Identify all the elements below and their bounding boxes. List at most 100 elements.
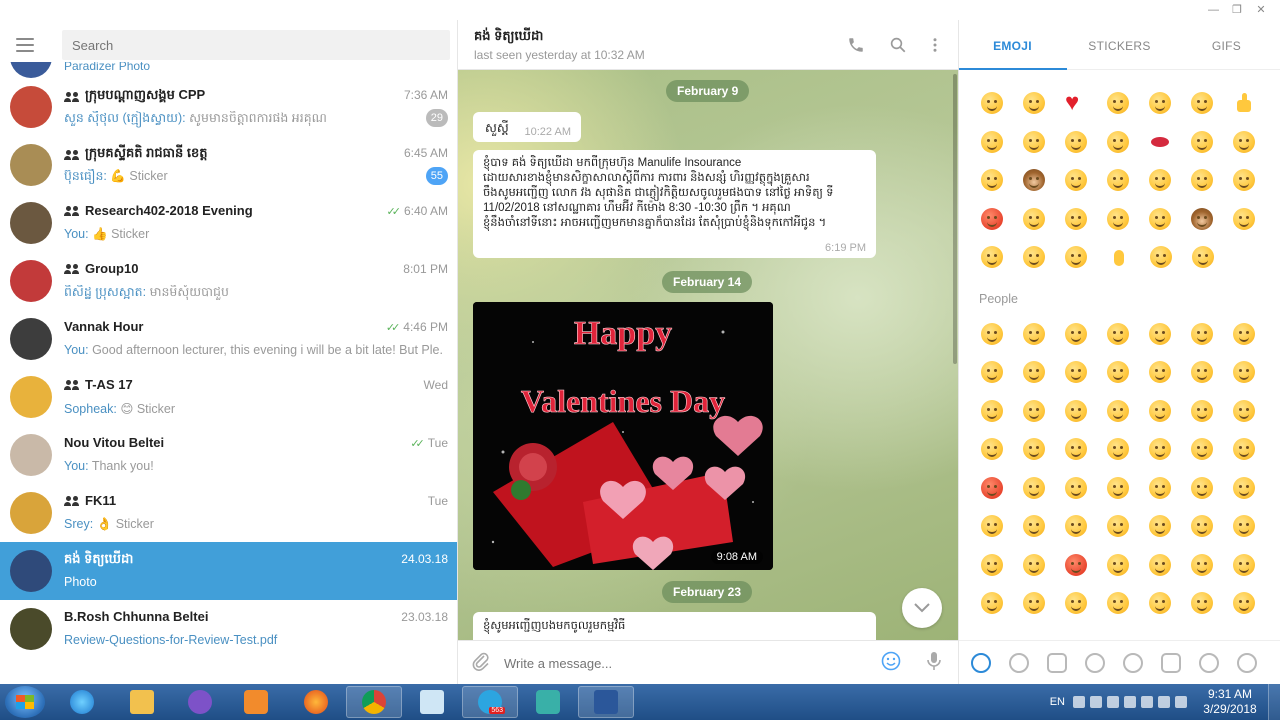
language-indicator[interactable]: EN xyxy=(1050,696,1065,708)
emoji-grinning-icon[interactable] xyxy=(981,322,1023,362)
emoji-unamused-icon[interactable] xyxy=(1023,130,1065,170)
emoji-unamused-icon[interactable] xyxy=(1107,476,1149,516)
chat-item[interactable]: Group10 8:01 PM ពិសិដ្ឋ ប្រុសស្អាត: មានមិស… xyxy=(0,252,457,310)
chat-item[interactable]: ក្រុមបណ្ដាញសង្គម CPP 7:36 AM សួន សុីថុល (ក… xyxy=(0,78,457,136)
emoji-monkey-icon[interactable] xyxy=(1191,207,1233,247)
keyboard-icon[interactable] xyxy=(1073,696,1085,708)
emoji-yum-icon[interactable] xyxy=(1023,246,1065,285)
emoji-grinning-icon[interactable] xyxy=(981,246,1023,285)
peer-name[interactable]: គង់ ទិត្យឃើដា xyxy=(474,28,543,47)
emoji-disappointed-icon[interactable] xyxy=(1065,207,1107,247)
network-icon[interactable] xyxy=(1141,696,1153,708)
emoji-kiss-lips-icon[interactable] xyxy=(1149,131,1191,170)
scrollbar-thumb[interactable] xyxy=(953,74,957,364)
file-explorer-icon[interactable] xyxy=(114,686,170,718)
more-icon[interactable] xyxy=(925,36,945,56)
chat-item[interactable]: គង់ ទិត្យឃើដា 24.03.18 Photo xyxy=(0,542,457,600)
emoji-neutral-icon[interactable] xyxy=(1149,553,1191,593)
emoji-heart-icon[interactable] xyxy=(1065,92,1107,131)
emoji-see-no-evil-icon[interactable] xyxy=(1023,169,1065,208)
heart-icon[interactable] xyxy=(1237,652,1257,673)
message-bubble[interactable]: ខ្ញុំបាទ គង់ ទិត្យឃើដា មកពីក្រុមហ៊ុន Man… xyxy=(473,150,876,258)
chat-item[interactable]: T-AS 17 Wed Sopheak: 😊 Sticker xyxy=(0,368,457,426)
emoji-thumbs-up-icon[interactable] xyxy=(1233,92,1275,131)
telegram-icon[interactable]: 563 xyxy=(462,686,518,718)
emoji-grin-icon[interactable] xyxy=(1107,322,1149,362)
clock[interactable]: 9:31 AM 3/29/2018 xyxy=(1192,687,1268,717)
emoji-hushed-icon[interactable] xyxy=(1233,553,1275,593)
emoji-weary-icon[interactable] xyxy=(1233,515,1275,554)
tab-stickers[interactable]: STICKERS xyxy=(1066,20,1173,69)
emoji-kissing-icon[interactable] xyxy=(1149,207,1191,247)
emoji-grin-icon[interactable] xyxy=(1191,92,1233,131)
viber-icon[interactable] xyxy=(172,686,228,718)
tab-emoji[interactable]: EMOJI xyxy=(959,20,1066,69)
emoji-tongue-closed-icon[interactable] xyxy=(1023,438,1065,477)
emoji-innocent-icon[interactable] xyxy=(1107,361,1149,400)
emoji-hugging-icon[interactable] xyxy=(1149,438,1191,477)
emoji-sweat-smile-icon[interactable] xyxy=(1107,207,1149,247)
chat-item[interactable]: Research402-2018 Evening ✓✓ 6:40 AM You: 👍 … xyxy=(0,194,457,252)
start-button[interactable] xyxy=(5,686,45,718)
car-icon[interactable] xyxy=(1161,652,1181,673)
chat-item[interactable]: Nou Vitou Beltei ✓✓ Tue You: Thank you! xyxy=(0,426,457,484)
emoji-relaxed-icon[interactable] xyxy=(1023,361,1065,400)
emoji-frown-icon[interactable] xyxy=(1191,246,1234,285)
emoji-pensive-icon[interactable] xyxy=(1191,130,1233,170)
smile-icon[interactable] xyxy=(1009,652,1029,673)
cat-icon[interactable] xyxy=(1047,652,1067,673)
emoji-ok-hand-icon[interactable] xyxy=(1108,246,1150,285)
photo-message[interactable]: Happy Valentines Day 9:08 AM xyxy=(473,302,773,570)
emoji-confused-icon[interactable] xyxy=(981,515,1023,554)
emoji-no-mouth-icon[interactable] xyxy=(1107,553,1149,593)
emoji-smile-icon[interactable] xyxy=(1149,92,1191,131)
microphone-icon[interactable] xyxy=(923,651,945,673)
emoji-wink-icon[interactable] xyxy=(1065,169,1107,208)
search-input[interactable] xyxy=(62,30,450,60)
message-bubble[interactable]: សួស្ដី 10:22 AM xyxy=(473,112,581,142)
emoji-kissing-smiling-icon[interactable] xyxy=(1149,399,1191,439)
emoji-smiley-icon[interactable] xyxy=(1107,169,1149,208)
scroll-down-button[interactable] xyxy=(902,588,942,628)
emoji-sweat-smile-icon[interactable] xyxy=(1191,322,1233,362)
message-history[interactable]: February 9 សួស្ដី 10:22 AM ខ្ញុំបាទ គង់ … xyxy=(458,70,958,640)
emoji-open-mouth-icon[interactable] xyxy=(1065,592,1107,631)
chat-item[interactable]: ក្រុមគស្ទីគតិ រាជធានី ខេត្ត 6:45 AM ប៊ុនធឿ… xyxy=(0,136,457,194)
emoji-upside-down-icon[interactable] xyxy=(1191,361,1233,400)
emoji-angry-icon[interactable] xyxy=(1023,553,1065,593)
show-desktop-button[interactable] xyxy=(1268,684,1280,720)
message-bubble[interactable]: ខ្ញុំសូមអញ្ជើញបងមកចូលរួមកម្មវិធី xyxy=(473,612,876,640)
emoji-stuck-out-tongue-icon[interactable] xyxy=(1191,169,1233,208)
chrome-icon[interactable] xyxy=(346,686,402,718)
emoji-laughing-icon[interactable] xyxy=(1149,322,1191,362)
emoji-flushed-icon[interactable] xyxy=(1191,592,1233,631)
volume-icon[interactable] xyxy=(1158,696,1170,708)
chat-item[interactable]: Vannak Hour ✓✓ 4:46 PM You: Good afternoon … xyxy=(0,310,457,368)
emoji-slight-frown-icon[interactable] xyxy=(1023,515,1065,554)
emoji-frown-open-icon[interactable] xyxy=(981,592,1023,631)
emoji-angry-icon[interactable] xyxy=(981,207,1023,247)
bulb-icon[interactable] xyxy=(1199,652,1219,673)
emoji-expressionless-icon[interactable] xyxy=(1191,553,1233,593)
emoji-smirk-icon[interactable] xyxy=(1065,476,1107,516)
firefox-icon[interactable] xyxy=(288,686,344,718)
emoji-smile-icon[interactable] xyxy=(1065,322,1107,362)
word-icon[interactable] xyxy=(578,686,634,718)
emoji-relieved-icon[interactable] xyxy=(981,399,1023,439)
tab-gifs[interactable]: GIFS xyxy=(1173,20,1280,69)
emoji-clown-icon[interactable] xyxy=(981,476,1023,516)
emoji-confounded-icon[interactable] xyxy=(1149,515,1191,554)
emoji-cowboy-icon[interactable] xyxy=(1023,476,1065,516)
chat-item[interactable]: B.Rosh Chhunna Beltei 23.03.18 Review-Ques… xyxy=(0,600,457,658)
emoji-laughing-icon[interactable] xyxy=(981,92,1023,131)
emoji-astonished-icon[interactable] xyxy=(1107,592,1149,631)
tray-app-icon[interactable] xyxy=(1107,696,1119,708)
emoji-kiss-icon[interactable] xyxy=(1023,92,1065,131)
maximize-button[interactable]: ❐ xyxy=(1232,0,1242,20)
emoji-cry-icon[interactable] xyxy=(1149,169,1191,208)
emoji-icon[interactable] xyxy=(880,651,902,673)
emoji-stuck-out-tongue-icon[interactable] xyxy=(1065,438,1107,477)
emoji-dizzy-face-icon[interactable] xyxy=(1149,592,1191,631)
media-player-icon[interactable] xyxy=(228,686,284,718)
emoji-slight-smile-icon[interactable] xyxy=(1149,361,1191,400)
